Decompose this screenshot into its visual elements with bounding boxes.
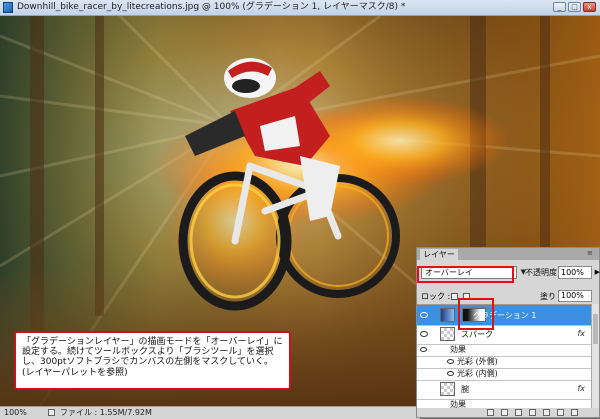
layer-row-gradient[interactable]: グラデーション 1 (417, 305, 591, 326)
panel-menu-icon[interactable]: ≡ (587, 250, 595, 257)
window-title-bar: Downhill_bike_racer_by_litecreations.jpg… (0, 0, 600, 16)
close-icon[interactable]: x (583, 2, 596, 12)
layer-name[interactable]: スパーク (461, 329, 493, 340)
scrollbar-thumb[interactable] (593, 314, 598, 344)
layer-row-spark[interactable]: スパーク fx (417, 325, 591, 345)
lock-label: ロック : (421, 292, 451, 301)
layer-mask-highlight (458, 298, 494, 330)
add-mask-icon[interactable] (515, 409, 522, 416)
minimize-icon[interactable]: _ (553, 2, 566, 12)
maximize-icon[interactable]: □ (568, 2, 581, 12)
blend-mode-highlight (417, 266, 514, 283)
fx-icon[interactable]: fx (577, 384, 585, 393)
adjustment-layer-icon[interactable] (529, 409, 536, 416)
fill-input[interactable]: 100% (558, 290, 592, 302)
lock-transparency-icon[interactable] (451, 293, 458, 300)
opacity-value: 100% (561, 268, 584, 277)
effect-name: 光彩 (外側) (457, 357, 498, 366)
layer-name[interactable]: 腕 (461, 384, 469, 395)
group-folder-icon[interactable] (543, 409, 550, 416)
window-title: Downhill_bike_racer_by_litecreations.jpg… (17, 2, 406, 12)
layers-scrollbar[interactable] (591, 304, 599, 408)
effects-label: 効果 (450, 345, 466, 354)
status-bar: 100% ファイル : 1.55M/7.92M (0, 406, 420, 419)
tab-layers[interactable]: レイヤー (420, 249, 458, 260)
effect-name: 光彩 (内側) (457, 369, 498, 378)
fx-add-icon[interactable] (501, 409, 508, 416)
callout-text: 「グラデーションレイヤー」の描画モードを「オーバーレイ」に設定する。続けてツール… (22, 337, 283, 378)
fill-value: 100% (561, 291, 584, 300)
instruction-callout: 「グラデーションレイヤー」の描画モードを「オーバーレイ」に設定する。続けてツール… (14, 331, 291, 390)
gradient-thumbnail (440, 308, 455, 322)
zoom-level[interactable]: 100% (4, 407, 27, 418)
eye-icon[interactable] (420, 312, 428, 318)
link-layers-icon[interactable] (487, 409, 494, 416)
file-size-info: ファイル : 1.55M/7.92M (60, 408, 152, 417)
layers-list: グラデーション 1 スパーク fx 効果 光彩 (外側) 光彩 (内側) 腕 f… (417, 304, 591, 409)
eye-icon[interactable] (420, 347, 427, 352)
layer-thumbnail (440, 327, 455, 341)
opacity-input[interactable]: 100% ▶ (558, 266, 600, 279)
panel-footer (417, 408, 599, 417)
new-layer-icon[interactable] (557, 409, 564, 416)
layer-thumbnail (440, 382, 455, 396)
navigator-icon[interactable] (48, 409, 55, 416)
opacity-label: 不透明度 : (525, 268, 563, 277)
eye-icon[interactable] (420, 331, 428, 337)
photoshop-document-icon (3, 2, 13, 13)
panel-tab-bar: レイヤー ≡ (417, 248, 599, 260)
trash-icon[interactable] (571, 409, 578, 416)
eye-icon[interactable] (447, 359, 454, 364)
fx-icon[interactable]: fx (577, 329, 585, 338)
opacity-slider-icon[interactable]: ▶ (595, 267, 600, 278)
lock-row: ロック : 塗り : 100% (417, 290, 599, 304)
eye-icon[interactable] (447, 371, 454, 376)
layer-row-arm[interactable]: 腕 fx (417, 380, 591, 400)
